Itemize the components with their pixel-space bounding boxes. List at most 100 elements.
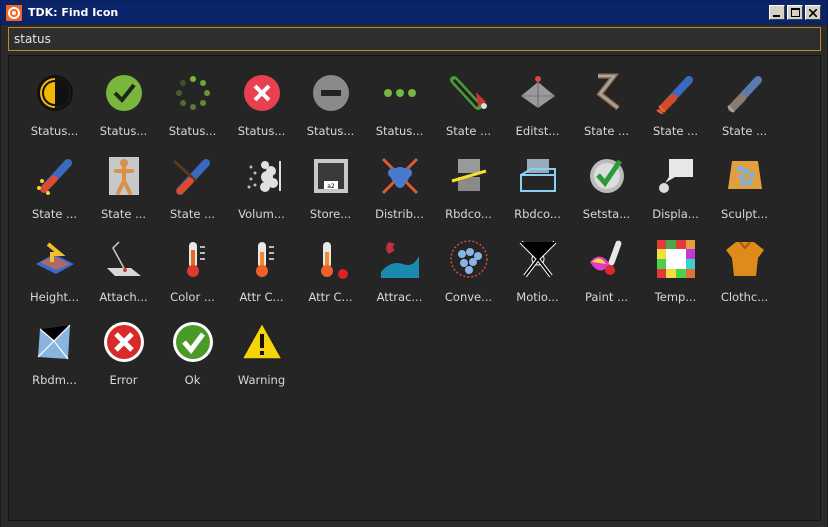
display-icon <box>659 159 693 193</box>
icon-grid-item[interactable]: Distrib... <box>365 147 434 227</box>
state-paint-icon <box>450 76 487 110</box>
editstate-icon <box>521 76 555 108</box>
icon-grid-item[interactable]: Status... <box>20 64 89 144</box>
state-arm-gray-icon <box>727 76 762 113</box>
icon-grid-item[interactable]: Editst... <box>503 64 572 144</box>
icon-grid-item[interactable]: Motio... <box>503 230 572 310</box>
icon-grid-item[interactable]: Conve... <box>434 230 503 310</box>
icon-grid-item[interactable]: Rbdm... <box>20 313 89 393</box>
close-icon <box>809 8 817 17</box>
icon-label: Status... <box>99 124 148 138</box>
icon-grid-item[interactable]: Status... <box>296 64 365 144</box>
attr-thermometer-icon <box>256 242 274 277</box>
icon-label: Attrac... <box>376 290 423 304</box>
maximize-icon <box>790 8 800 17</box>
icon-grid-item[interactable]: State ... <box>89 147 158 227</box>
icon-label: Height... <box>30 290 79 304</box>
minimize-button[interactable] <box>769 5 785 20</box>
icon-grid-item[interactable]: Rbdco... <box>434 147 503 227</box>
icon-grid-item[interactable]: Height... <box>20 230 89 310</box>
icon-label: Rbdm... <box>32 373 77 387</box>
icon-grid-item[interactable]: Attr C... <box>227 230 296 310</box>
status-check-icon <box>106 75 142 111</box>
icon-label: Temp... <box>654 290 697 304</box>
title-bar[interactable]: TDK: Find Icon <box>0 0 828 25</box>
icon-grid-item[interactable]: Temp... <box>641 230 710 310</box>
status-half-icon <box>37 75 73 111</box>
icon-label: Color ... <box>170 290 215 304</box>
icon-grid-item[interactable]: State ... <box>434 64 503 144</box>
icon-grid-item[interactable]: State ... <box>641 64 710 144</box>
icon-label: Status... <box>30 124 79 138</box>
heightfield-icon <box>36 242 74 274</box>
search-input[interactable] <box>8 27 821 51</box>
icon-label: Ok <box>184 373 201 387</box>
icon-grid-item[interactable]: Status... <box>158 64 227 144</box>
warning-icon <box>241 321 283 360</box>
icon-grid-item[interactable]: Status... <box>89 64 158 144</box>
icon-label: State ... <box>100 207 147 221</box>
icon-label: State ... <box>31 207 78 221</box>
icon-label: Sculpt... <box>721 207 768 221</box>
icon-grid-item[interactable]: Setsta... <box>572 147 641 227</box>
setstate-icon <box>590 159 624 193</box>
icon-grid-item[interactable]: Warning <box>227 313 296 393</box>
icon-label: Volum... <box>238 207 285 221</box>
icon-label: Editst... <box>515 124 560 138</box>
icon-grid-item[interactable]: State ... <box>20 147 89 227</box>
convert-icon <box>450 240 488 278</box>
paint-thermometer-icon <box>590 240 622 275</box>
icon-grid-item[interactable]: Attr C... <box>296 230 365 310</box>
close-button[interactable] <box>805 5 821 20</box>
minimize-icon <box>773 14 780 17</box>
rbd-constraint-wire-icon <box>520 159 556 192</box>
icon-grid-item[interactable]: Clothc... <box>710 230 779 310</box>
icon-label: Rbdco... <box>445 207 492 221</box>
icon-label: Conve... <box>444 290 493 304</box>
icon-label: Status... <box>237 124 286 138</box>
icon-grid: Status... Status... Status... Status... Stat… <box>8 55 821 521</box>
icon-grid-item[interactable]: Error <box>89 313 158 393</box>
attr-thermometer-dot-icon <box>321 242 348 279</box>
maximize-button[interactable] <box>787 5 803 20</box>
icon-label: State ... <box>583 124 630 138</box>
icon-label: Clothc... <box>720 290 769 304</box>
icon-label: Distrib... <box>375 207 424 221</box>
store-icon: a2 <box>314 159 348 193</box>
icon-grid-item[interactable]: Sculpt... <box>710 147 779 227</box>
icon-label: State ... <box>169 207 216 221</box>
temperature-grid-icon <box>657 240 695 278</box>
icon-label: State ... <box>721 124 768 138</box>
ok-icon <box>173 322 213 362</box>
status-spinner-icon <box>176 76 210 110</box>
status-error-icon <box>244 75 280 111</box>
icon-grid-item[interactable]: State ... <box>158 147 227 227</box>
icon-grid-item[interactable]: Ok <box>158 313 227 393</box>
icon-grid-item[interactable]: Attrac... <box>365 230 434 310</box>
svg-text:a2: a2 <box>327 183 335 190</box>
icon-label: Rbdco... <box>514 207 561 221</box>
attract-icon <box>381 242 419 278</box>
icon-grid-item[interactable]: Paint ... <box>572 230 641 310</box>
motion-icon <box>519 240 557 278</box>
cloth-icon <box>726 241 764 276</box>
icon-label: State ... <box>445 124 492 138</box>
window-controls <box>769 5 821 20</box>
icon-grid-item[interactable]: State ... <box>710 64 779 144</box>
icon-grid-item[interactable]: Status... <box>227 64 296 144</box>
rbd-constraint-icon <box>451 159 487 191</box>
icon-grid-item[interactable]: Attach... <box>89 230 158 310</box>
icon-grid-item[interactable]: Rbdco... <box>503 147 572 227</box>
icon-label: Motio... <box>516 290 559 304</box>
icon-grid-item[interactable]: a2 Store... <box>296 147 365 227</box>
state-rig-icon <box>596 73 620 110</box>
icon-grid-item[interactable]: State ... <box>572 64 641 144</box>
icon-grid-item[interactable]: Color ... <box>158 230 227 310</box>
icon-label: Attr C... <box>239 290 284 304</box>
icon-label: Status... <box>168 124 217 138</box>
icon-label: Paint ... <box>584 290 629 304</box>
icon-grid-item[interactable]: Volum... <box>227 147 296 227</box>
icon-grid-item[interactable]: Status... <box>365 64 434 144</box>
status-dots-icon <box>384 89 416 97</box>
icon-grid-item[interactable]: Displa... <box>641 147 710 227</box>
